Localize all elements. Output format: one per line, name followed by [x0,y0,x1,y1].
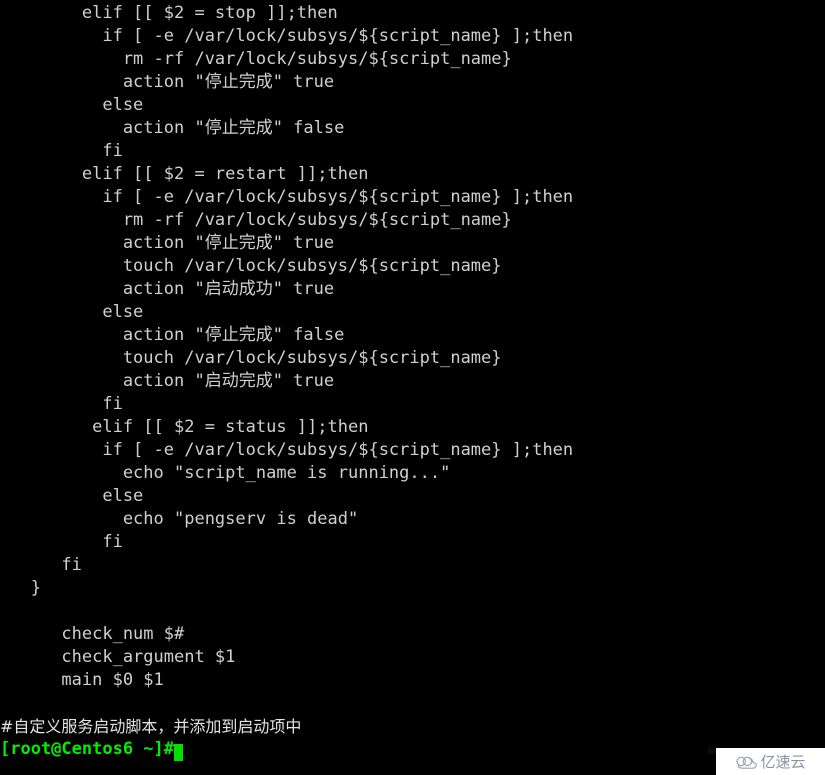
terminal-line: check_num $# [0,624,185,644]
terminal-line: touch /var/lock/subsys/${script_name} [0,256,502,276]
terminal-line: elif [[ $2 = stop ]];then [0,3,338,23]
watermark-corner-shadow [708,747,716,754]
terminal-line: else [0,95,144,115]
watermark-text: 亿速云 [760,753,806,771]
terminal-line: echo "script_name is running..." [0,463,451,483]
terminal-line: fi [0,532,123,552]
terminal-line: elif [[ $2 = status ]];then [0,417,369,437]
terminal-line: fi [0,394,123,414]
terminal-line: action "启动完成" true [0,371,335,391]
terminal-line: } [0,578,41,598]
terminal-line: if [ -e /var/lock/subsys/${script_name} … [0,187,574,207]
watermark-badge: 亿速云 [716,748,825,775]
terminal-line: touch /var/lock/subsys/${script_name} [0,348,502,368]
terminal-line: if [ -e /var/lock/subsys/${script_name} … [0,26,574,46]
terminal-line: action "停止完成" false [0,325,345,345]
terminal-line: else [0,302,144,322]
terminal-line: fi [0,141,123,161]
terminal-line: action "停止完成" true [0,72,335,92]
terminal-line: check_argument $1 [0,647,236,667]
text-cursor [174,744,183,761]
terminal-line: rm -rf /var/lock/subsys/${script_name} [0,210,512,230]
shell-prompt-text: [root@Centos6 ~]# [0,739,174,759]
terminal-line: elif [[ $2 = restart ]];then [0,164,369,184]
terminal-line: #自定义服务启动脚本，并添加到启动项中 [0,717,302,736]
terminal-line: rm -rf /var/lock/subsys/${script_name} [0,49,512,69]
terminal-line: if [ -e /var/lock/subsys/${script_name} … [0,440,574,460]
terminal-line: main $0 $1 [0,670,164,690]
shell-prompt-line[interactable]: [root@Centos6 ~]# [0,738,183,761]
terminal-line: fi [0,555,82,575]
terminal-line: action "停止完成" true [0,233,335,253]
terminal-line: else [0,486,144,506]
cloud-icon [735,755,758,769]
terminal-line: echo "pengserv is dead" [0,509,359,529]
terminal-line: action "启动成功" true [0,279,335,299]
terminal-window[interactable]: elif [[ $2 = stop ]];then if [ -e /var/l… [0,0,825,775]
terminal-line: action "停止完成" false [0,118,345,138]
